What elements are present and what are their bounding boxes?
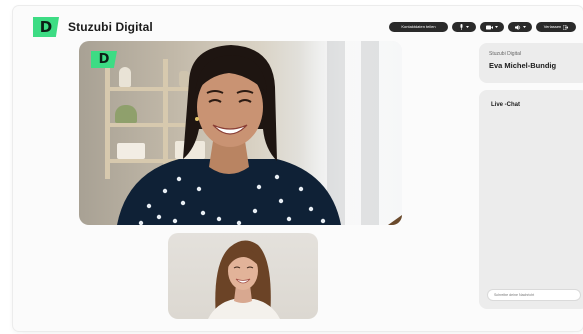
self-video-feed[interactable] [168,233,318,319]
microphone-icon [459,24,464,30]
chevron-down-icon [522,26,526,28]
speaker-icon [514,24,521,30]
share-contact-label: Kontaktdaten teilen [401,24,436,29]
camera-button[interactable] [480,22,504,32]
self-participant-video [208,240,280,319]
chevron-down-icon [466,26,469,28]
chat-message-input[interactable] [487,289,581,301]
main-participant-video [117,45,341,225]
camera-icon [486,25,493,30]
microphone-button[interactable] [452,22,476,32]
share-contact-button[interactable]: Kontaktdaten teilen [389,22,448,32]
exit-icon [563,24,569,30]
chat-title: Live -Chat [491,102,521,108]
participant-card: Stuzubi Digital Eva Michel-Bundig [479,43,583,83]
speaker-button[interactable] [508,22,532,32]
participant-organization: Stuzubi Digital [489,51,521,57]
participant-name: Eva Michel-Bundig [489,61,557,70]
video-brand-logo: D [91,51,117,68]
leave-button[interactable]: Verlassen [536,22,576,32]
main-video-feed[interactable]: D [79,41,402,225]
live-chat-panel: Live -Chat [479,90,583,309]
app-window: D Stuzubi Digital Kontaktdaten teilen Ve… [13,6,583,331]
leave-label: Verlassen [543,24,562,29]
call-toolbar: Kontaktdaten teilen Verlassen [389,22,576,32]
brand-name: Stuzubi Digital [68,20,153,34]
brand-logo: D [33,17,59,37]
brand: D Stuzubi Digital [33,16,153,38]
chevron-down-icon [495,26,498,28]
